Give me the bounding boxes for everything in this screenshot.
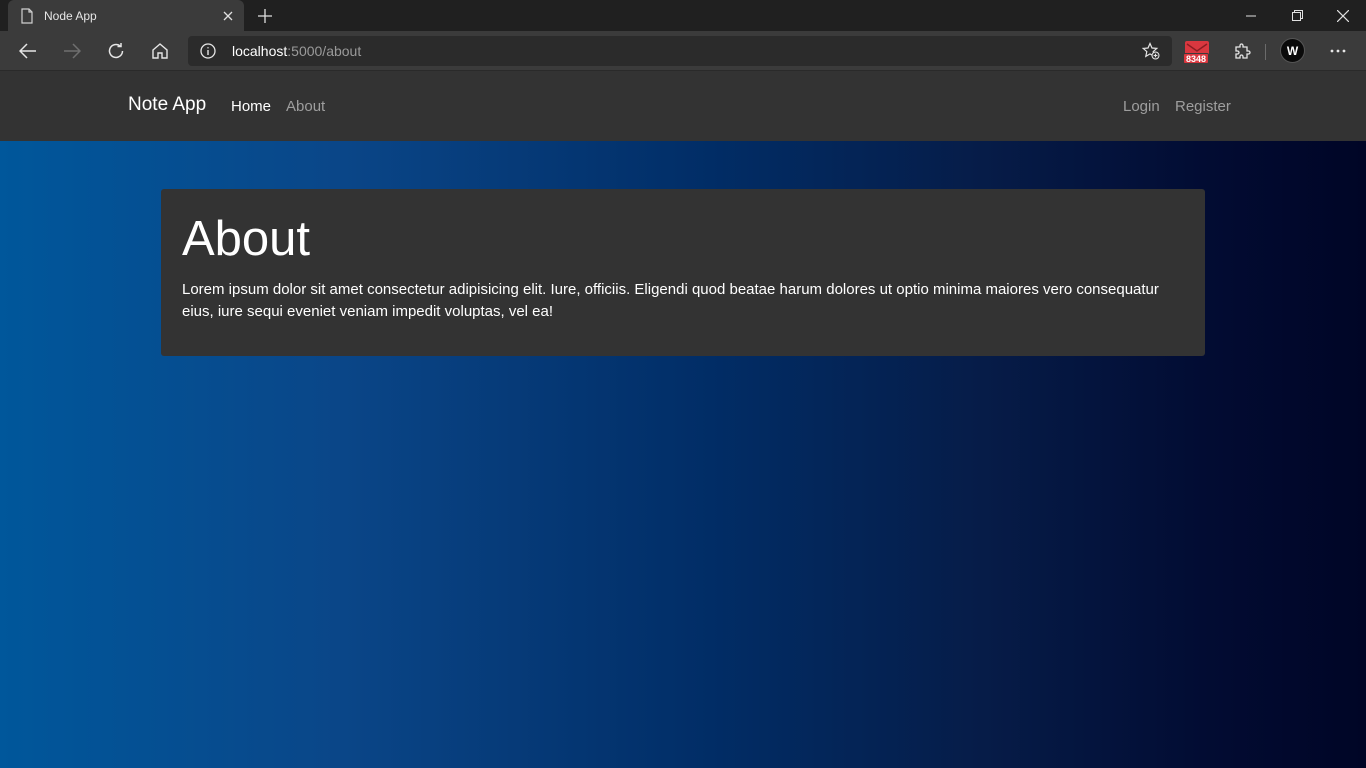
brand-link[interactable]: Note App: [128, 94, 206, 116]
back-button[interactable]: [12, 35, 44, 67]
browser-tab[interactable]: Node App: [8, 0, 244, 31]
restore-button[interactable]: [1274, 0, 1320, 31]
nav-link-about[interactable]: About: [286, 98, 325, 115]
nav-link-register[interactable]: Register: [1175, 98, 1231, 115]
url-text: localhost:5000/about: [232, 43, 361, 59]
page-viewport: Note App Home About Login Register About…: [0, 71, 1366, 768]
url-host: localhost: [232, 43, 288, 59]
forward-button[interactable]: [56, 35, 88, 67]
browser-toolbar: localhost:5000/about 8348 W: [0, 31, 1366, 71]
page-title: About: [182, 212, 311, 266]
extensions-button[interactable]: [1226, 35, 1258, 67]
site-navbar: Note App Home About Login Register: [0, 71, 1366, 141]
nav-link-login[interactable]: Login: [1123, 98, 1160, 115]
home-button[interactable]: [144, 35, 176, 67]
browser-tab-strip: Node App: [0, 0, 1366, 31]
about-card: About Lorem ipsum dolor sit amet consect…: [161, 189, 1205, 356]
mail-extension-button[interactable]: 8348: [1183, 41, 1211, 67]
new-tab-button[interactable]: [252, 3, 278, 29]
mail-count-badge: 8348: [1183, 53, 1210, 64]
refresh-button[interactable]: [100, 35, 132, 67]
toolbar-separator: [1265, 44, 1266, 60]
site-info-icon[interactable]: [200, 43, 216, 59]
close-window-button[interactable]: [1320, 0, 1366, 31]
url-path: :5000/about: [287, 43, 362, 59]
about-description: Lorem ipsum dolor sit amet consectetur a…: [182, 281, 1159, 320]
profile-avatar[interactable]: W: [1280, 38, 1305, 63]
add-favorite-icon[interactable]: [1142, 42, 1160, 60]
close-tab-icon[interactable]: [214, 2, 242, 30]
more-menu-icon[interactable]: [1322, 35, 1354, 67]
tab-title: Node App: [44, 8, 97, 23]
page-icon: [20, 7, 34, 24]
minimize-button[interactable]: [1228, 0, 1274, 31]
nav-link-home[interactable]: Home: [231, 98, 271, 115]
address-bar[interactable]: localhost:5000/about: [188, 36, 1172, 66]
